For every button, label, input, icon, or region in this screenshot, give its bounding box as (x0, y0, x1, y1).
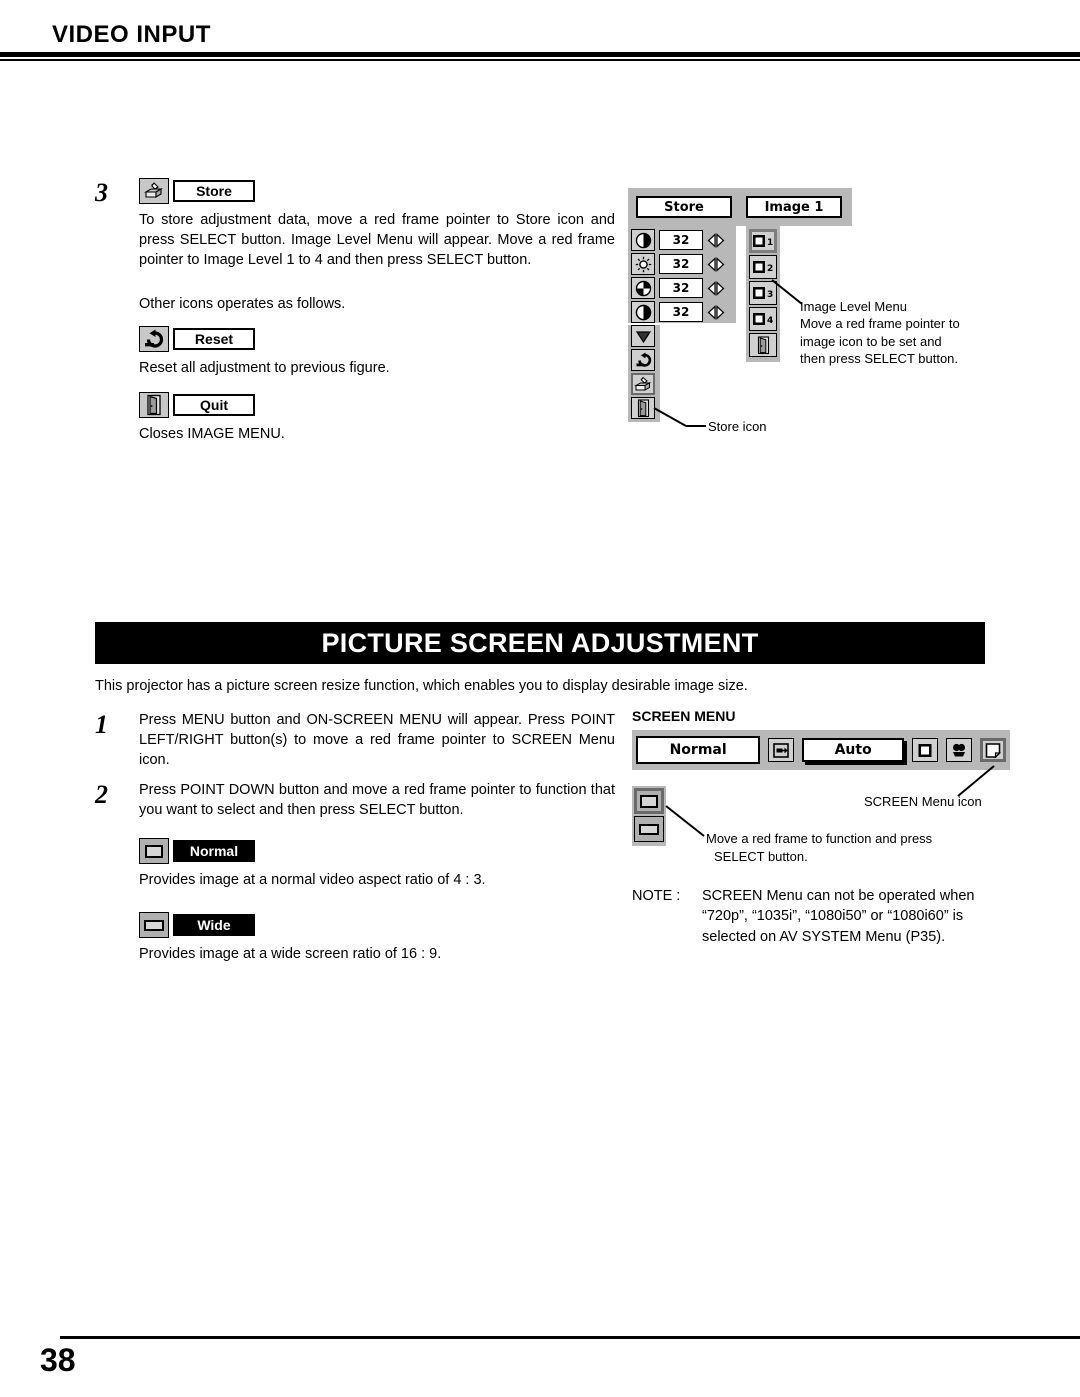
color-value: 32 (659, 278, 703, 298)
page-number: 38 (40, 1342, 76, 1378)
page-title: VIDEO INPUT (52, 21, 211, 48)
reset-arrow-icon[interactable] (631, 349, 655, 371)
step-2-block: 2 Press POINT DOWN button and move a red… (95, 780, 615, 820)
quit-item[interactable]: Quit (139, 392, 615, 418)
reset-item[interactable]: Reset (139, 326, 615, 352)
screen-menu-note: NOTE : SCREEN Menu can not be operated w… (632, 886, 1010, 947)
lower-left-column: 1 Press MENU button and ON-SCREEN MENU w… (95, 710, 615, 964)
note-line: “720p”, “1035i”, “1080i50” or “1080i60” … (702, 908, 964, 925)
brightness-value: 32 (659, 254, 703, 274)
callout-line: then press SELECT button. (800, 350, 959, 366)
section-banner: PICTURE SCREEN ADJUSTMENT (95, 622, 985, 664)
leader-line-store-icon (653, 407, 706, 427)
screen-mode-field[interactable]: Normal (636, 736, 761, 764)
step-2-text: Press POINT DOWN button and move a red f… (139, 782, 615, 818)
color-adjust-icon[interactable] (946, 738, 972, 762)
lower-right-column: SCREEN MENU Normal Auto SCREEN Menu icon… (632, 708, 1012, 945)
footer-divider (60, 1336, 1080, 1339)
callout-screen-menu-icon: SCREEN Menu icon (864, 794, 982, 809)
left-right-arrows-icon[interactable] (706, 230, 726, 250)
left-right-arrows-icon[interactable] (706, 302, 726, 322)
down-arrow-icon[interactable] (631, 325, 655, 347)
screen-menu-heading: SCREEN MENU (632, 708, 736, 724)
note-line: SCREEN Menu can not be operated when (702, 888, 975, 904)
screen-normal-icon (139, 838, 169, 864)
store-item[interactable]: Store (139, 178, 615, 204)
normal-mode-item[interactable]: Normal (139, 838, 615, 864)
normal-description: Provides image at a normal video aspect … (139, 872, 486, 888)
note-lead: NOTE : (632, 888, 681, 904)
normal-label: Normal (173, 840, 255, 862)
callout-line: Image Level Menu (800, 299, 907, 314)
tint-value: 32 (659, 302, 703, 322)
image-level-2[interactable]: 2 (749, 255, 777, 279)
screen-normal-icon[interactable] (634, 788, 664, 814)
contrast-icon (631, 229, 655, 251)
image-level-1[interactable]: 1 (749, 229, 777, 253)
step-3-block: 3 Store To store adjustment data, move a… (95, 178, 615, 444)
screen-wide-icon[interactable] (634, 816, 664, 842)
callout-move-frame: Move a red frame to function and press S… (706, 830, 932, 865)
reset-label: Reset (173, 328, 255, 350)
slider-row[interactable]: 32 (631, 253, 736, 275)
tint-icon (631, 301, 655, 323)
slider-row[interactable]: 32 (631, 229, 736, 251)
image-level-field[interactable]: Image 1 (746, 196, 842, 218)
left-right-arrows-icon[interactable] (706, 254, 726, 274)
quit-label: Quit (173, 394, 255, 416)
step-1-block: 1 Press MENU button and ON-SCREEN MENU w… (95, 710, 615, 770)
input-source-icon[interactable] (768, 738, 795, 762)
brightness-icon (631, 253, 655, 275)
auto-field[interactable]: Auto (802, 738, 904, 762)
adjust-sliders-panel: 32 32 32 32 (628, 226, 736, 323)
leader-line-move-frame (665, 805, 705, 837)
wide-mode-item[interactable]: Wide (139, 912, 615, 938)
callout-store-icon: Store icon (708, 419, 767, 434)
store-icon[interactable] (631, 373, 655, 395)
step-number: 1 (95, 710, 108, 739)
color-icon (631, 277, 655, 299)
door-exit-icon[interactable] (749, 333, 777, 357)
slider-row[interactable]: 32 (631, 277, 736, 299)
other-icons-intro: Other icons operates as follows. (139, 296, 346, 312)
screen-mode-stack (632, 786, 666, 846)
step-number: 3 (95, 178, 108, 207)
callout-line: SELECT button. (714, 848, 808, 864)
callout-line: Move a red frame to function and press (706, 831, 933, 846)
wide-label: Wide (173, 914, 255, 936)
callout-image-level-menu: Image Level Menu Move a red frame pointe… (800, 298, 1010, 367)
step-1-text: Press MENU button and ON-SCREEN MENU wil… (139, 712, 615, 768)
image-level-4[interactable]: 4 (749, 307, 777, 331)
wide-description: Provides image at a wide screen ratio of… (139, 946, 442, 962)
store-icon (139, 178, 169, 204)
quit-description: Closes IMAGE MENU. (139, 426, 285, 442)
left-right-arrows-icon[interactable] (706, 278, 726, 298)
contrast-value: 32 (659, 230, 703, 250)
svg-text:2: 2 (767, 264, 773, 274)
header-divider (0, 52, 1080, 62)
screen-wide-icon (139, 912, 169, 938)
callout-line: Move a red frame pointer to (800, 316, 960, 332)
note-line: selected on AV SYSTEM Menu (P35). (702, 928, 946, 945)
step-number: 2 (95, 780, 108, 809)
svg-text:4: 4 (767, 316, 773, 326)
screen-square-icon[interactable] (912, 738, 938, 762)
page-header: VIDEO INPUT (0, 21, 1080, 62)
reset-arrow-icon (139, 326, 169, 352)
store-field[interactable]: Store (636, 196, 732, 218)
screen-menu-icon[interactable] (980, 738, 1006, 762)
store-description: To store adjustment data, move a red fra… (139, 212, 615, 268)
door-exit-icon (139, 392, 169, 418)
reset-description: Reset all adjustment to previous figure. (139, 360, 390, 376)
section-intro: This projector has a picture screen resi… (95, 678, 748, 694)
image-menu-topbar: Store Image 1 (628, 188, 852, 226)
svg-text:1: 1 (767, 238, 773, 248)
store-label: Store (173, 180, 255, 202)
callout-line: image icon to be set and (800, 333, 942, 349)
slider-row[interactable]: 32 (631, 301, 736, 323)
